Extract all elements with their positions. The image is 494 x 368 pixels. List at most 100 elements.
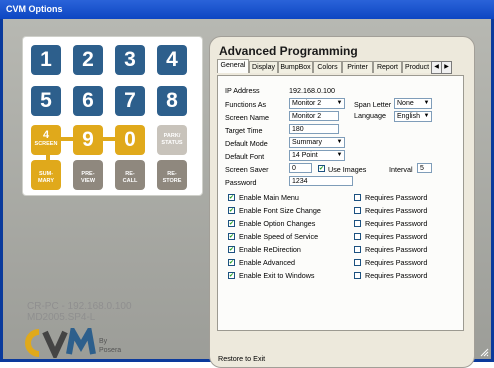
use-images-checkbox[interactable]: ✔ (318, 165, 325, 172)
requires-password-label: Requires Password (365, 271, 428, 280)
key-park-label-1: PARK/ (163, 133, 181, 139)
key-5[interactable]: 5 (31, 86, 61, 116)
logo-company: Posera (99, 347, 122, 354)
general-tab-content: IP Address 192.168.0.100 Functions As Mo… (217, 75, 464, 331)
ip-label: IP Address (225, 86, 260, 95)
key-restore-label-1: RE- (167, 171, 177, 177)
main-menu-requires-password-checkbox[interactable] (354, 194, 361, 201)
default-font-value: 14 Point (292, 152, 318, 159)
key-summary-label-2: MARY (38, 178, 54, 184)
functions-as-select[interactable]: Monitor 2 ▼ (289, 98, 345, 109)
title-bar[interactable]: CVM Options (0, 0, 494, 19)
requires-password-label: Requires Password (365, 232, 428, 241)
chevron-down-icon: ▼ (422, 112, 431, 121)
span-letter-select[interactable]: None ▼ (394, 98, 432, 109)
key-4-top[interactable]: 4 (157, 45, 187, 75)
use-images-label: Use Images (328, 165, 367, 174)
key-9[interactable]: 9 (73, 125, 103, 155)
screen-saver-input[interactable]: 0 (289, 163, 312, 173)
cvm-logo: By Posera (25, 323, 125, 362)
screen-saver-label: Screen Saver (225, 165, 269, 174)
chevron-down-icon: ▼ (335, 151, 344, 160)
chevron-down-icon: ▼ (335, 138, 344, 147)
key-park-status[interactable]: PARK/ STATUS (157, 125, 187, 155)
key-summary[interactable]: SUM- MARY (31, 160, 61, 190)
enable-option-changes-label: Enable Option Changes (239, 219, 316, 228)
key-summary-label-1: SUM- (38, 171, 54, 177)
tab-bumpbox[interactable]: BumpBox (278, 61, 313, 73)
tab-scroll-right-button[interactable]: ▶ (441, 61, 452, 74)
speed-of-service-requires-password-checkbox[interactable] (354, 233, 361, 240)
tab-display[interactable]: Display (249, 61, 278, 73)
requires-password-label: Requires Password (365, 258, 428, 267)
functions-as-value: Monitor 2 (292, 100, 322, 107)
enable-exit-to-windows-checkbox[interactable]: ✔ (228, 272, 235, 279)
screen-name-label: Screen Name (225, 113, 269, 122)
requires-password-label: Requires Password (365, 193, 428, 202)
enable-speed-of-service-label: Enable Speed of Service (239, 232, 319, 241)
key-1[interactable]: 1 (31, 45, 61, 75)
font-size-requires-password-checkbox[interactable] (354, 207, 361, 214)
language-select[interactable]: English ▼ (394, 111, 432, 122)
option-changes-requires-password-checkbox[interactable] (354, 220, 361, 227)
default-mode-label: Default Mode (225, 139, 268, 148)
enable-redirection-label: Enable ReDirection (239, 245, 301, 254)
enable-main-menu-checkbox[interactable]: ✔ (228, 194, 235, 201)
window-client: 1 2 3 4 5 6 7 8 4 SCREEN 9 0 PARK/ STATU… (3, 19, 491, 368)
version-info: MD2005.SP4-L (27, 312, 96, 323)
key-3[interactable]: 3 (115, 45, 145, 75)
tab-general[interactable]: General (217, 59, 249, 73)
default-font-select[interactable]: 14 Point ▼ (289, 150, 345, 161)
enable-advanced-label: Enable Advanced (239, 258, 295, 267)
tab-report[interactable]: Report (373, 61, 402, 73)
ip-value: 192.168.0.100 (289, 86, 335, 95)
default-font-label: Default Font (225, 152, 265, 161)
key-2[interactable]: 2 (73, 45, 103, 75)
key-preview-label-2: VIEW (80, 178, 96, 184)
key-park-label-2: STATUS (161, 140, 183, 146)
password-label: Password (225, 178, 257, 187)
enable-speed-of-service-checkbox[interactable]: ✔ (228, 233, 235, 240)
language-label: Language (354, 111, 386, 120)
key-recall[interactable]: RE- CALL (115, 160, 145, 190)
key-restore[interactable]: RE- STORE (157, 160, 187, 190)
functions-as-label: Functions As (225, 100, 267, 109)
enable-main-menu-label: Enable Main Menu (239, 193, 299, 202)
key-6[interactable]: 6 (73, 86, 103, 116)
panel-title: Advanced Programming (219, 44, 358, 58)
key-preview[interactable]: PRE- VIEW (73, 160, 103, 190)
exit-to-windows-requires-password-checkbox[interactable] (354, 272, 361, 279)
options-window: CVM Options 1 2 3 4 5 6 7 8 4 SCREEN 9 0… (0, 0, 494, 368)
redirection-requires-password-checkbox[interactable] (354, 246, 361, 253)
span-letter-value: None (397, 100, 414, 107)
keypad-panel: 1 2 3 4 5 6 7 8 4 SCREEN 9 0 PARK/ STATU… (22, 36, 203, 196)
key-8[interactable]: 8 (157, 86, 187, 116)
enable-exit-to-windows-label: Enable Exit to Windows (239, 271, 315, 280)
enable-advanced-checkbox[interactable]: ✔ (228, 259, 235, 266)
enable-font-size-change-checkbox[interactable]: ✔ (228, 207, 235, 214)
tab-colors[interactable]: Colors (313, 61, 342, 73)
chevron-down-icon: ▼ (335, 99, 344, 108)
screen-name-input[interactable]: Monitor 2 (289, 111, 339, 121)
key-recall-label-1: RE- (125, 171, 135, 177)
enable-option-changes-checkbox[interactable]: ✔ (228, 220, 235, 227)
logo-by: By (99, 338, 108, 345)
key-0[interactable]: 0 (115, 125, 145, 155)
target-time-label: Target Time (225, 126, 263, 135)
key-7[interactable]: 7 (115, 86, 145, 116)
key-4-screen[interactable]: 4 SCREEN (31, 125, 61, 155)
enable-redirection-checkbox[interactable]: ✔ (228, 246, 235, 253)
resize-grip-icon[interactable] (479, 347, 489, 357)
password-input[interactable]: 1234 (289, 176, 353, 186)
target-time-input[interactable]: 180 (289, 124, 339, 134)
requires-password-label: Requires Password (365, 219, 428, 228)
tab-product[interactable]: Product (402, 61, 432, 73)
interval-input[interactable]: 5 (417, 163, 432, 173)
enable-font-size-change-label: Enable Font Size Change (239, 206, 321, 215)
key-4-number: 4 (42, 129, 50, 141)
advanced-programming-panel: Advanced Programming General Display Bum… (209, 36, 475, 368)
advanced-requires-password-checkbox[interactable] (354, 259, 361, 266)
default-mode-select[interactable]: Summary ▼ (289, 137, 345, 148)
tab-printer[interactable]: Printer (342, 61, 373, 73)
key-preview-label-1: PRE- (81, 171, 95, 177)
